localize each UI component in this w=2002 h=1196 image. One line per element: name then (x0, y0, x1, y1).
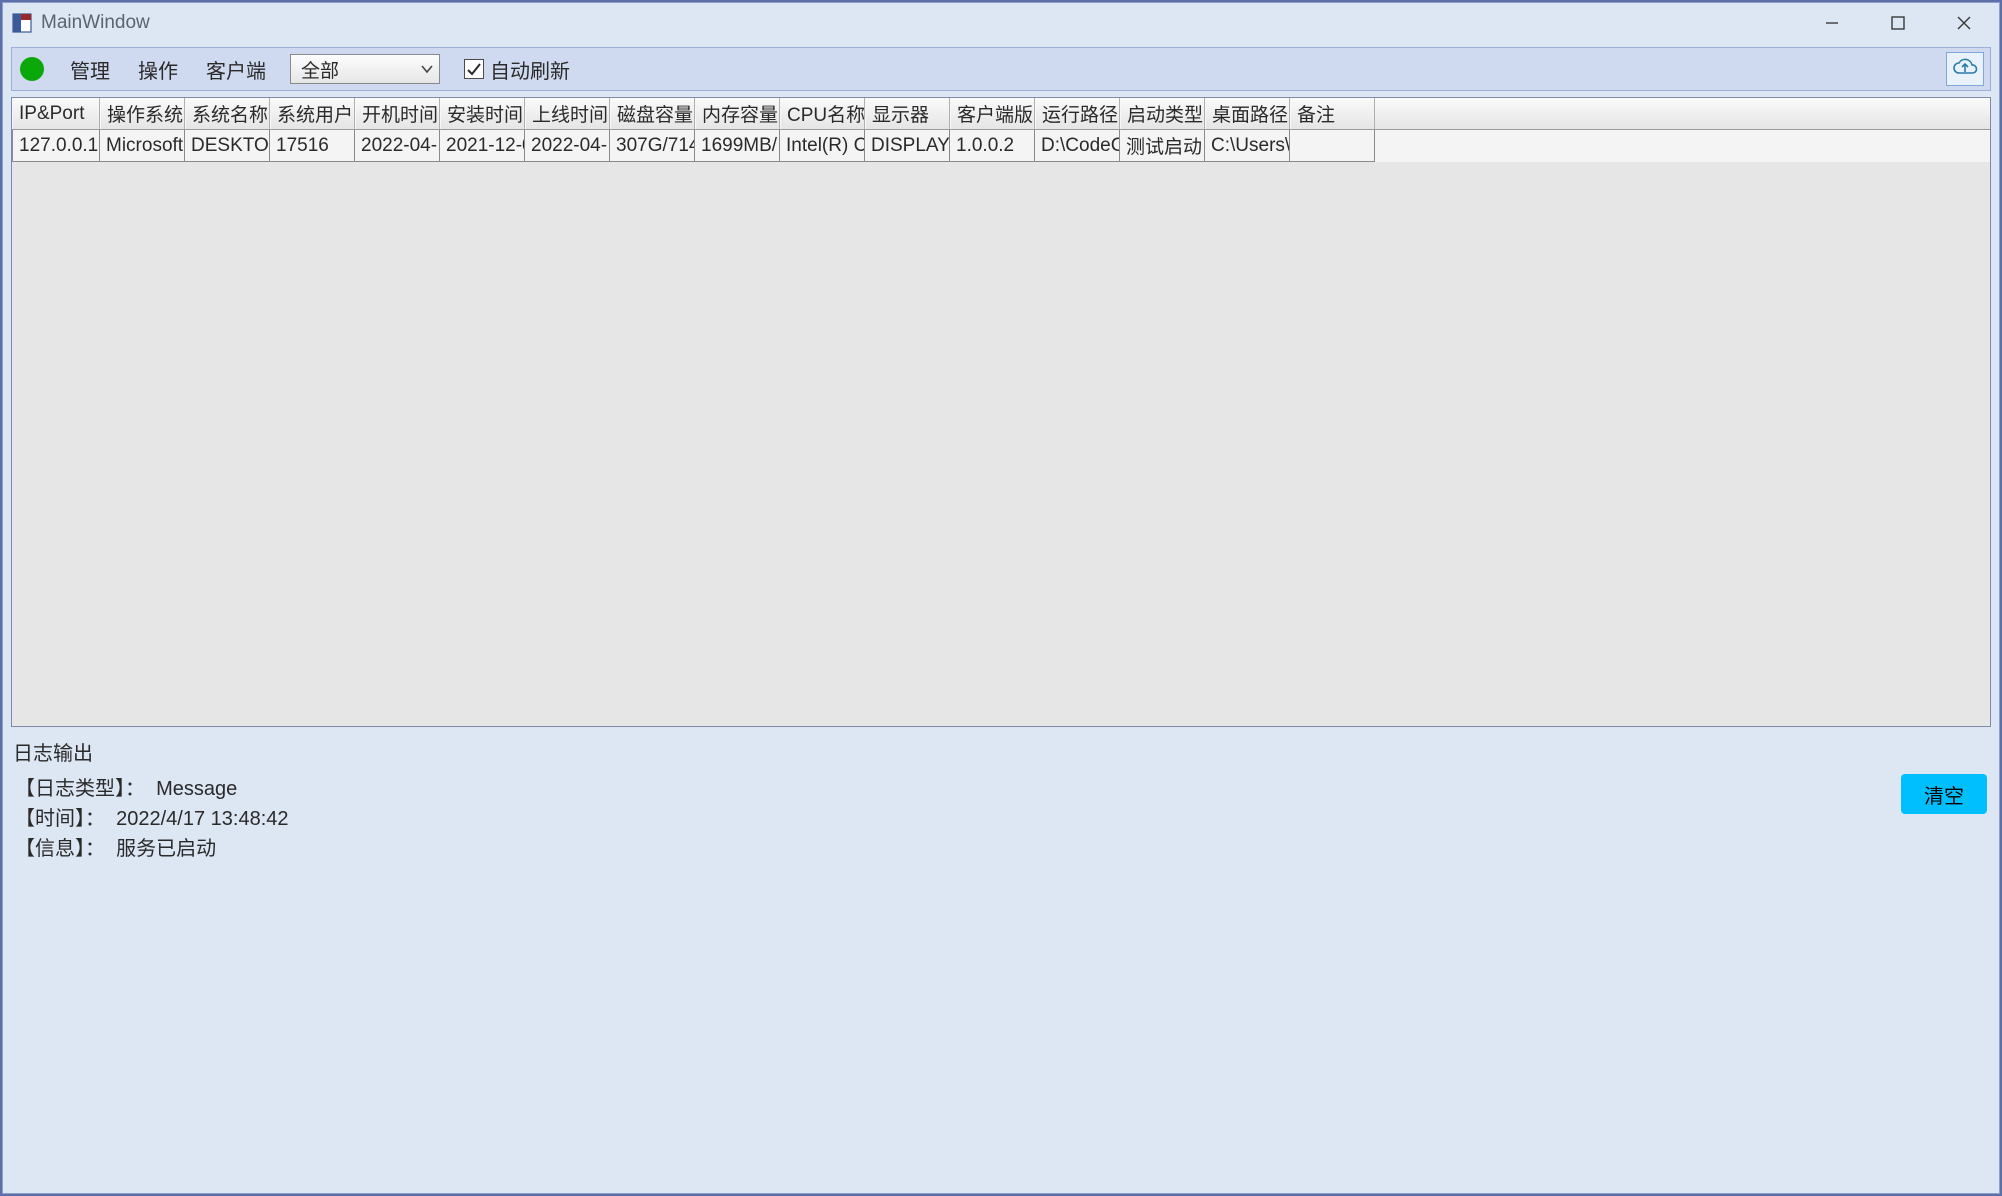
cloud-button[interactable] (1946, 52, 1984, 86)
cloud-upload-icon (1951, 56, 1979, 83)
app-window: MainWindow 管理 操作 客户端 全部 (2, 2, 2000, 1194)
table-header: IP&Port 操作系统 系统名称 系统用户 开机时间 安装时间 上线时间 磁盘… (12, 98, 1990, 130)
filter-combobox-value: 全部 (301, 56, 339, 83)
th-start-type[interactable]: 启动类型 (1120, 98, 1205, 129)
td-cpu: Intel(R) C (780, 130, 865, 162)
status-indicator-icon (20, 57, 44, 81)
th-ip-port[interactable]: IP&Port (12, 98, 100, 129)
th-sys-name[interactable]: 系统名称 (185, 98, 270, 129)
td-boot-time: 2022-04- (355, 130, 440, 162)
auto-refresh-checkbox-wrap[interactable]: 自动刷新 (464, 55, 570, 84)
app-window-frame: MainWindow 管理 操作 客户端 全部 (0, 0, 2002, 1196)
th-install-time[interactable]: 安装时间 (440, 98, 525, 129)
menu-operate[interactable]: 操作 (128, 51, 188, 88)
td-display: DISPLAY,I (865, 130, 950, 162)
td-sys-user: 17516 (270, 130, 355, 162)
th-memory[interactable]: 内存容量 (695, 98, 780, 129)
td-os: Microsoft (100, 130, 185, 162)
titlebar[interactable]: MainWindow (3, 3, 1999, 43)
td-desktop-path: C:\Users\ (1205, 130, 1290, 162)
menu-client[interactable]: 客户端 (196, 51, 276, 88)
log-panel: 日志输出 【日志类型】： Message 【时间】： 2022/4/17 13:… (11, 733, 1991, 1185)
window-title: MainWindow (41, 12, 150, 34)
auto-refresh-label: 自动刷新 (490, 55, 570, 84)
th-os[interactable]: 操作系统 (100, 98, 185, 129)
th-remark[interactable]: 备注 (1290, 98, 1375, 129)
td-version: 1.0.0.2 (950, 130, 1035, 162)
app-icon (11, 12, 33, 34)
td-run-path: D:\CodeC (1035, 130, 1120, 162)
td-sys-name: DESKTOP (185, 130, 270, 162)
chevron-down-icon (421, 58, 433, 80)
client-table: IP&Port 操作系统 系统名称 系统用户 开机时间 安装时间 上线时间 磁盘… (11, 97, 1991, 727)
td-ip-port: 127.0.0.1: (12, 130, 100, 162)
auto-refresh-checkbox[interactable] (464, 59, 484, 79)
th-boot-time[interactable]: 开机时间 (355, 98, 440, 129)
th-version[interactable]: 客户端版本 (950, 98, 1035, 129)
th-sys-user[interactable]: 系统用户 (270, 98, 355, 129)
table-body: 127.0.0.1: Microsoft DESKTOP 17516 2022-… (12, 130, 1990, 726)
clear-log-button[interactable]: 清空 (1901, 774, 1987, 814)
td-install-time: 2021-12-0 (440, 130, 525, 162)
th-online-time[interactable]: 上线时间 (525, 98, 610, 129)
th-cpu[interactable]: CPU名称 (780, 98, 865, 129)
td-start-type: 测试启动 (1120, 130, 1205, 162)
filter-combobox[interactable]: 全部 (290, 54, 440, 84)
th-desktop-path[interactable]: 桌面路径 (1205, 98, 1290, 129)
minimize-button[interactable] (1799, 4, 1865, 42)
menu-manage[interactable]: 管理 (60, 51, 120, 88)
log-panel-body: 【日志类型】： Message 【时间】： 2022/4/17 13:48:42… (11, 772, 1991, 1185)
th-display[interactable]: 显示器 (865, 98, 950, 129)
toolbar: 管理 操作 客户端 全部 自动刷新 (11, 47, 1991, 91)
table-row[interactable]: 127.0.0.1: Microsoft DESKTOP 17516 2022-… (12, 130, 1990, 162)
td-disk: 307G/714 (610, 130, 695, 162)
th-run-path[interactable]: 运行路径 (1035, 98, 1120, 129)
close-button[interactable] (1931, 4, 1997, 42)
log-output: 【日志类型】： Message 【时间】： 2022/4/17 13:48:42… (11, 772, 1901, 866)
log-panel-title: 日志输出 (11, 733, 1991, 772)
td-online-time: 2022-04- (525, 130, 610, 162)
td-memory: 1699MB/ (695, 130, 780, 162)
td-remark (1290, 130, 1375, 162)
maximize-button[interactable] (1865, 4, 1931, 42)
th-disk[interactable]: 磁盘容量 (610, 98, 695, 129)
